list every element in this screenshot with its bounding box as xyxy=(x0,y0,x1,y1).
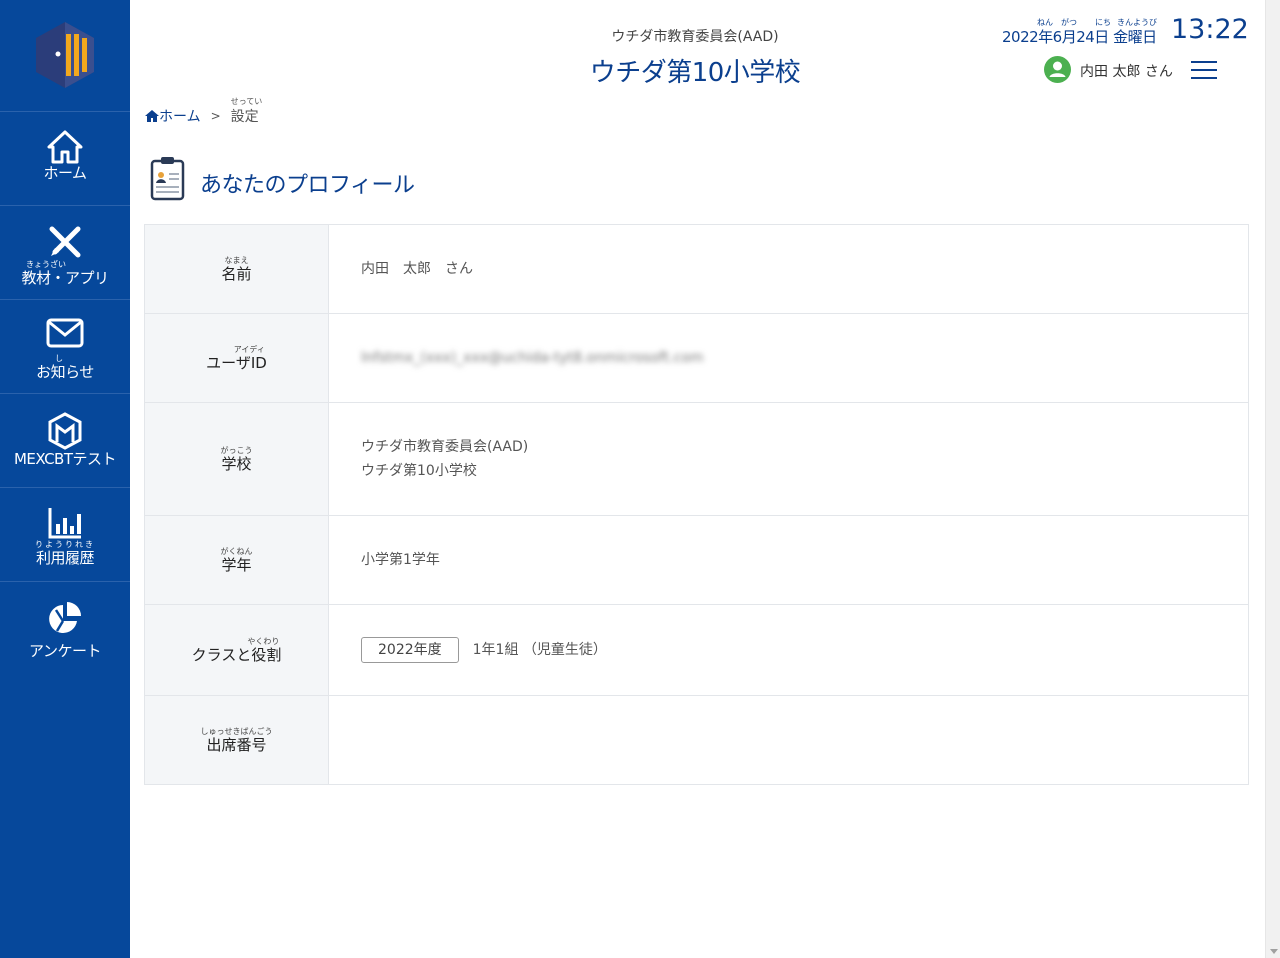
sidebar-item-home[interactable]: ホーム xyxy=(0,111,130,205)
label-school: 学校 xyxy=(221,454,252,473)
org-name: ウチダ市教育委員会(AAD) xyxy=(611,29,779,45)
sidebar-item-label: ホーム xyxy=(43,164,87,182)
user-icon xyxy=(1049,61,1066,77)
sidebar-item-ruby: りようりれき xyxy=(35,540,95,549)
current-date: 2022年6月24日 金曜日 xyxy=(1002,28,1157,46)
year-badge: 2022年度 xyxy=(361,637,459,663)
label-cell: やくわり クラスと役割 xyxy=(145,605,329,695)
sidebar-item-label: MEXCBTテスト xyxy=(13,450,117,468)
profile-row-name: なまえ 名前 内田 太郎 さん xyxy=(145,225,1248,314)
survey-icon xyxy=(49,602,81,633)
profile-row-class-role: やくわり クラスと役割 2022年度 1年1組 （児童生徒） xyxy=(145,605,1248,696)
label-name: 名前 xyxy=(221,264,252,283)
user-name[interactable]: 内田 太郎 さん xyxy=(1080,61,1173,81)
scrollbar[interactable] xyxy=(1265,0,1280,958)
sidebar-item-survey[interactable]: アンケート xyxy=(0,581,130,675)
home-icon xyxy=(47,130,83,164)
sidebar-item-ruby: し xyxy=(55,354,63,363)
label-ruby: がくねん xyxy=(220,546,253,556)
sidebar-item-ruby: きょうざい xyxy=(26,260,66,269)
sidebar-item-mexcbt[interactable]: MEXCBTテスト xyxy=(0,393,130,487)
label-cell: がくねん 学年 xyxy=(145,516,329,604)
value-school-org: ウチダ市教育委員会(AAD) xyxy=(361,439,529,455)
label-ruby: アイディ xyxy=(233,344,265,354)
breadcrumb-current-label: 設定 xyxy=(230,109,259,125)
profile-row-attendance: しゅっせきばんごう 出席番号 xyxy=(145,696,1248,784)
breadcrumb-separator: > xyxy=(210,109,221,123)
label-cell: なまえ 名前 xyxy=(145,225,329,313)
sidebar: ホーム きょうざい 教材・アプリ し お知らせ MEXCBTテスト りようりれき… xyxy=(0,0,130,958)
sidebar-item-history[interactable]: りようりれき 利用履歴 xyxy=(0,487,130,581)
mexcbt-icon xyxy=(48,412,82,450)
breadcrumb-home-label: ホーム xyxy=(159,109,201,125)
label-ruby: がっこう xyxy=(220,445,253,455)
value-cell: lnfstmx_(xxx)_xxx@uchida-tyt8.onmicrosof… xyxy=(329,314,1248,402)
page-title: あなたのプロフィール xyxy=(200,173,415,198)
breadcrumb-current: せってい 設定 xyxy=(230,97,263,126)
value-cell: 2022年度 1年1組 （児童生徒） xyxy=(329,605,1248,695)
breadcrumb-current-ruby: せってい xyxy=(230,97,263,106)
value-cell: 内田 太郎 さん xyxy=(329,225,1248,313)
value-grade: 小学第1学年 xyxy=(361,552,440,568)
menu-button[interactable] xyxy=(1191,60,1217,80)
sidebar-item-label: アンケート xyxy=(29,642,101,660)
school-name: ウチダ第10小学校 xyxy=(589,58,801,88)
logo-icon xyxy=(36,22,94,88)
value-class-role: 1年1組 （児童生徒） xyxy=(472,642,607,658)
label-cell: アイディ ユーザID xyxy=(145,314,329,402)
tools-icon xyxy=(49,226,81,258)
label-ruby: やくわり xyxy=(247,636,280,646)
value-school-name: ウチダ第10小学校 xyxy=(361,463,477,479)
menu-icon xyxy=(1191,69,1217,71)
value-cell: ウチダ市教育委員会(AAD) ウチダ第10小学校 xyxy=(329,403,1248,515)
sidebar-item-label: お知らせ xyxy=(36,363,94,381)
chart-icon xyxy=(48,508,81,539)
label-class-role: クラスと役割 xyxy=(191,645,282,664)
clipboard-icon xyxy=(150,157,185,201)
value-user-id: lnfstmx_(xxx)_xxx@uchida-tyt8.onmicrosof… xyxy=(361,350,704,366)
profile-row-school: がっこう 学校 ウチダ市教育委員会(AAD) ウチダ第10小学校 xyxy=(145,403,1248,516)
label-ruby: なまえ xyxy=(224,255,249,265)
label-attendance: 出席番号 xyxy=(206,735,267,754)
breadcrumb: ホーム > せってい 設定 xyxy=(145,97,263,126)
label-cell: しゅっせきばんごう 出席番号 xyxy=(145,696,329,784)
sidebar-item-notices[interactable]: し お知らせ xyxy=(0,299,130,393)
profile-table: なまえ 名前 内田 太郎 さん アイディ ユーザID lnfstmx_(xxx)… xyxy=(144,224,1249,785)
label-user-id: ユーザID xyxy=(206,353,267,372)
breadcrumb-home-link[interactable]: ホーム xyxy=(145,106,201,126)
home-icon xyxy=(145,110,159,122)
value-cell xyxy=(329,696,1248,784)
profile-row-user-id: アイディ ユーザID lnfstmx_(xxx)_xxx@uchida-tyt8… xyxy=(145,314,1248,403)
avatar[interactable] xyxy=(1044,56,1071,83)
mail-icon xyxy=(46,318,84,348)
sidebar-item-materials[interactable]: きょうざい 教材・アプリ xyxy=(0,205,130,299)
current-time: 13:22 xyxy=(1171,14,1249,45)
label-cell: がっこう 学校 xyxy=(145,403,329,515)
menu-icon xyxy=(1191,77,1217,79)
sidebar-item-label: 教材・アプリ xyxy=(21,269,109,287)
value-name: 内田 太郎 さん xyxy=(361,261,473,277)
sidebar-item-label: 利用履歴 xyxy=(35,549,95,567)
label-ruby: しゅっせきばんごう xyxy=(200,726,273,736)
scroll-down-icon[interactable] xyxy=(1270,949,1278,954)
profile-row-grade: がくねん 学年 小学第1学年 xyxy=(145,516,1248,605)
value-cell: 小学第1学年 xyxy=(329,516,1248,604)
label-grade: 学年 xyxy=(221,555,252,574)
menu-icon xyxy=(1191,61,1217,63)
